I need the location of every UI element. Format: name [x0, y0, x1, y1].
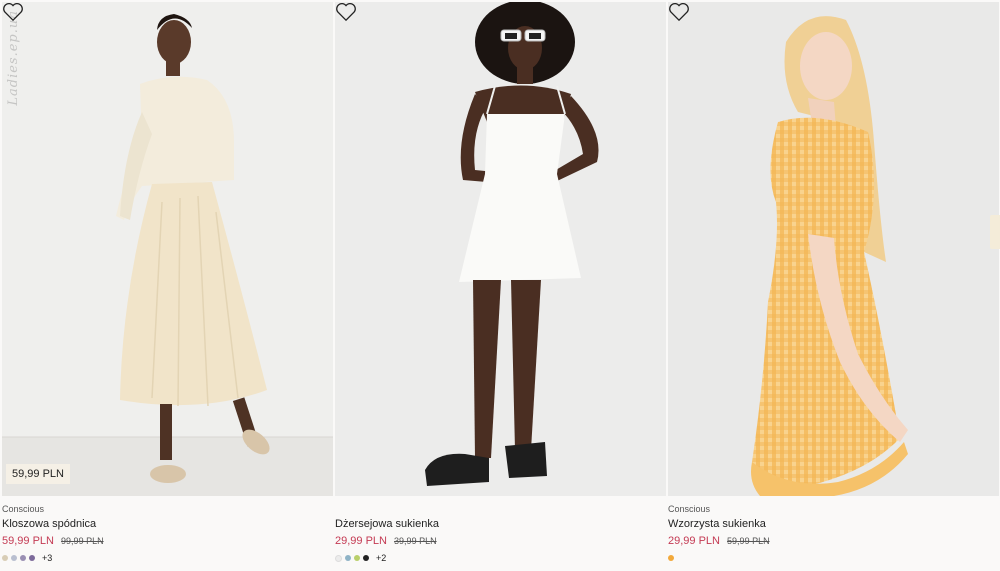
color-swatches: +2 [335, 551, 666, 565]
color-swatches: +3 [2, 551, 333, 565]
conscious-tag [335, 503, 666, 516]
product-prices: 59,99 PLN 99,99 PLN [2, 533, 333, 550]
model-photo-skirt [2, 14, 333, 496]
model-photo-gingham-dress [751, 16, 908, 496]
product-image[interactable] [668, 2, 999, 496]
heart-icon[interactable] [335, 2, 357, 22]
product-info: Dżersejowa sukienka 29,99 PLN 39,99 PLN … [335, 503, 666, 565]
color-swatch[interactable] [20, 555, 26, 561]
product-name[interactable]: Dżersejowa sukienka [335, 517, 666, 532]
sale-price: 59,99 PLN [2, 535, 54, 547]
original-price: 39,99 PLN [394, 536, 437, 546]
price-badge: 59,99 PLN [6, 464, 70, 484]
conscious-tag: Conscious [668, 504, 711, 514]
sale-price: 29,99 PLN [335, 535, 387, 547]
product-card[interactable]: Conscious Wzorzysta sukienka 29,99 PLN 5… [668, 0, 999, 571]
sale-price: 29,99 PLN [668, 535, 720, 547]
product-name[interactable]: Wzorzysta sukienka [668, 517, 999, 532]
more-colors[interactable]: +2 [376, 551, 386, 565]
model-photo-white-dress [425, 2, 599, 486]
side-drawer-tab[interactable] [990, 215, 1000, 249]
product-image[interactable] [335, 2, 666, 496]
product-name[interactable]: Kloszowa spódnica [2, 517, 333, 532]
color-swatch[interactable] [354, 555, 360, 561]
product-info: Conscious Kloszowa spódnica 59,99 PLN 99… [2, 503, 333, 565]
heart-icon[interactable] [2, 2, 24, 22]
color-swatch[interactable] [335, 554, 342, 562]
color-swatch[interactable] [11, 555, 17, 561]
color-swatch[interactable] [345, 555, 351, 561]
color-swatch[interactable] [2, 555, 8, 561]
color-swatch[interactable] [363, 555, 369, 561]
product-info: Conscious Wzorzysta sukienka 29,99 PLN 5… [668, 503, 999, 565]
original-price: 59,99 PLN [727, 536, 770, 546]
more-colors[interactable]: +3 [42, 551, 52, 565]
original-price: 99,99 PLN [61, 536, 104, 546]
conscious-tag: Conscious [2, 504, 45, 514]
watermark: Ladies.ep.ua [6, 10, 21, 106]
product-card[interactable]: Dżersejowa sukienka 29,99 PLN 39,99 PLN … [335, 0, 666, 571]
heart-icon[interactable] [668, 2, 690, 22]
product-prices: 29,99 PLN 59,99 PLN [668, 533, 999, 550]
product-grid: Ladies.ep.ua 59,99 PLN Conscious Kloszow… [0, 0, 1000, 571]
color-swatch[interactable] [668, 555, 674, 561]
product-prices: 29,99 PLN 39,99 PLN [335, 533, 666, 550]
color-swatches [668, 551, 999, 565]
color-swatch[interactable] [29, 555, 35, 561]
product-image[interactable]: Ladies.ep.ua 59,99 PLN [2, 2, 333, 496]
product-card[interactable]: Ladies.ep.ua 59,99 PLN Conscious Kloszow… [2, 0, 333, 571]
